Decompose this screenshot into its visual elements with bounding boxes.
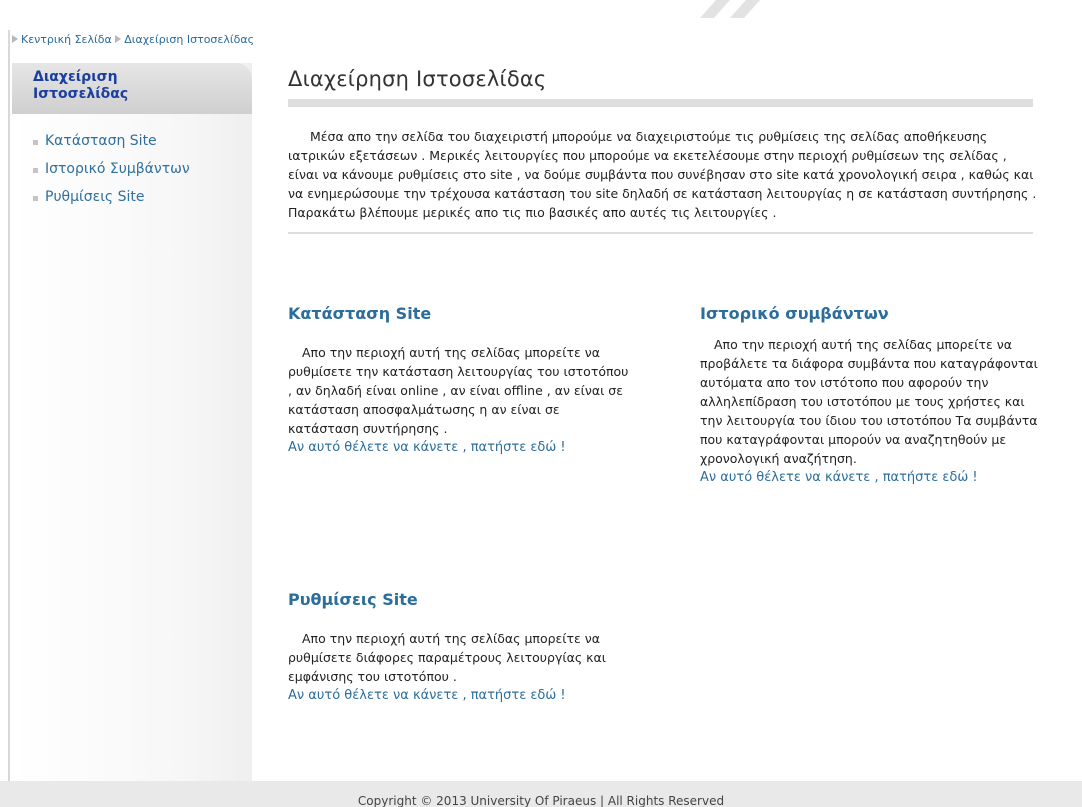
sidebar-link-history[interactable]: Ιστορικό Συμβάντων [45, 161, 190, 177]
breadcrumb-home-link[interactable]: Κεντρική Σελίδα [21, 33, 112, 46]
sidebar: Διαχείριση Ιστοσελίδας Κατάσταση Site Ισ… [12, 63, 252, 781]
section-status: Κατάσταση Site Απο την περιοχή αυτή της … [288, 304, 633, 457]
section-history-title: Ιστορικό συμβάντων [700, 304, 889, 323]
sidebar-link-settings[interactable]: Ρυθμίσεις Site [45, 189, 144, 205]
section-status-title: Κατάσταση Site [288, 304, 432, 323]
breadcrumb-current-link[interactable]: Διαχείριση Ιστοσελίδας [124, 33, 254, 46]
sidebar-link-status[interactable]: Κατάσταση Site [45, 133, 157, 149]
section-history-link[interactable]: Αν αυτό θέλετε να κάνετε , πατήστε εδώ ! [700, 468, 1050, 487]
page-left-border [8, 30, 10, 807]
section-history: Ιστορικό συμβάντων Απο την περιοχή αυτή … [700, 304, 1050, 487]
breadcrumb-arrow-icon [115, 35, 122, 43]
page-title: Διαχείρηση Ιστοσελίδας [288, 67, 547, 91]
section-settings-title: Ρυθμίσεις Site [288, 590, 418, 609]
sidebar-header: Διαχείριση Ιστοσελίδας [12, 63, 252, 114]
section-status-link[interactable]: Αν αυτό θέλετε να κάνετε , πατήστε εδώ ! [288, 438, 633, 457]
sidebar-header-title: Διαχείριση Ιστοσελίδας [33, 69, 129, 102]
section-settings: Ρυθμίσεις Site Απο την περιοχή αυτή της … [288, 590, 633, 705]
breadcrumb-arrow-icon [12, 35, 18, 43]
breadcrumb: Κεντρική Σελίδα Διαχείριση Ιστοσελίδας [12, 33, 254, 46]
intro-paragraph: Μέσα απο την σελίδα του διαχειριστή μπορ… [288, 129, 1037, 220]
section-divider [288, 232, 1033, 234]
sidebar-item-settings: Ρυθμίσεις Site [33, 189, 252, 217]
bullet-icon [33, 140, 38, 145]
footer-copyright: Copyright © 2013 University Of Piraeus |… [357, 794, 725, 807]
sidebar-menu: Κατάσταση Site Ιστορικό Συμβάντων Ρυθμίσ… [12, 114, 252, 217]
title-underline [288, 99, 1033, 107]
section-history-text: Απο την περιοχή αυτή της σελίδας μπορείτ… [700, 337, 1038, 466]
section-settings-link[interactable]: Αν αυτό θέλετε να κάνετε , πατήστε εδώ ! [288, 686, 633, 705]
section-status-text: Απο την περιοχή αυτή της σελίδας μπορείτ… [288, 345, 629, 436]
section-settings-text: Απο την περιοχή αυτή της σελίδας μπορείτ… [288, 631, 606, 684]
bullet-icon [33, 196, 38, 201]
main-content: Διαχείρηση Ιστοσελίδας Μέσα απο την σελί… [288, 67, 1036, 234]
sidebar-item-status: Κατάσταση Site [33, 133, 252, 161]
bullet-icon [33, 168, 38, 173]
sidebar-item-history: Ιστορικό Συμβάντων [33, 161, 252, 189]
footer: Copyright © 2013 University Of Piraeus |… [0, 781, 1082, 807]
header-decoration [700, 0, 760, 18]
